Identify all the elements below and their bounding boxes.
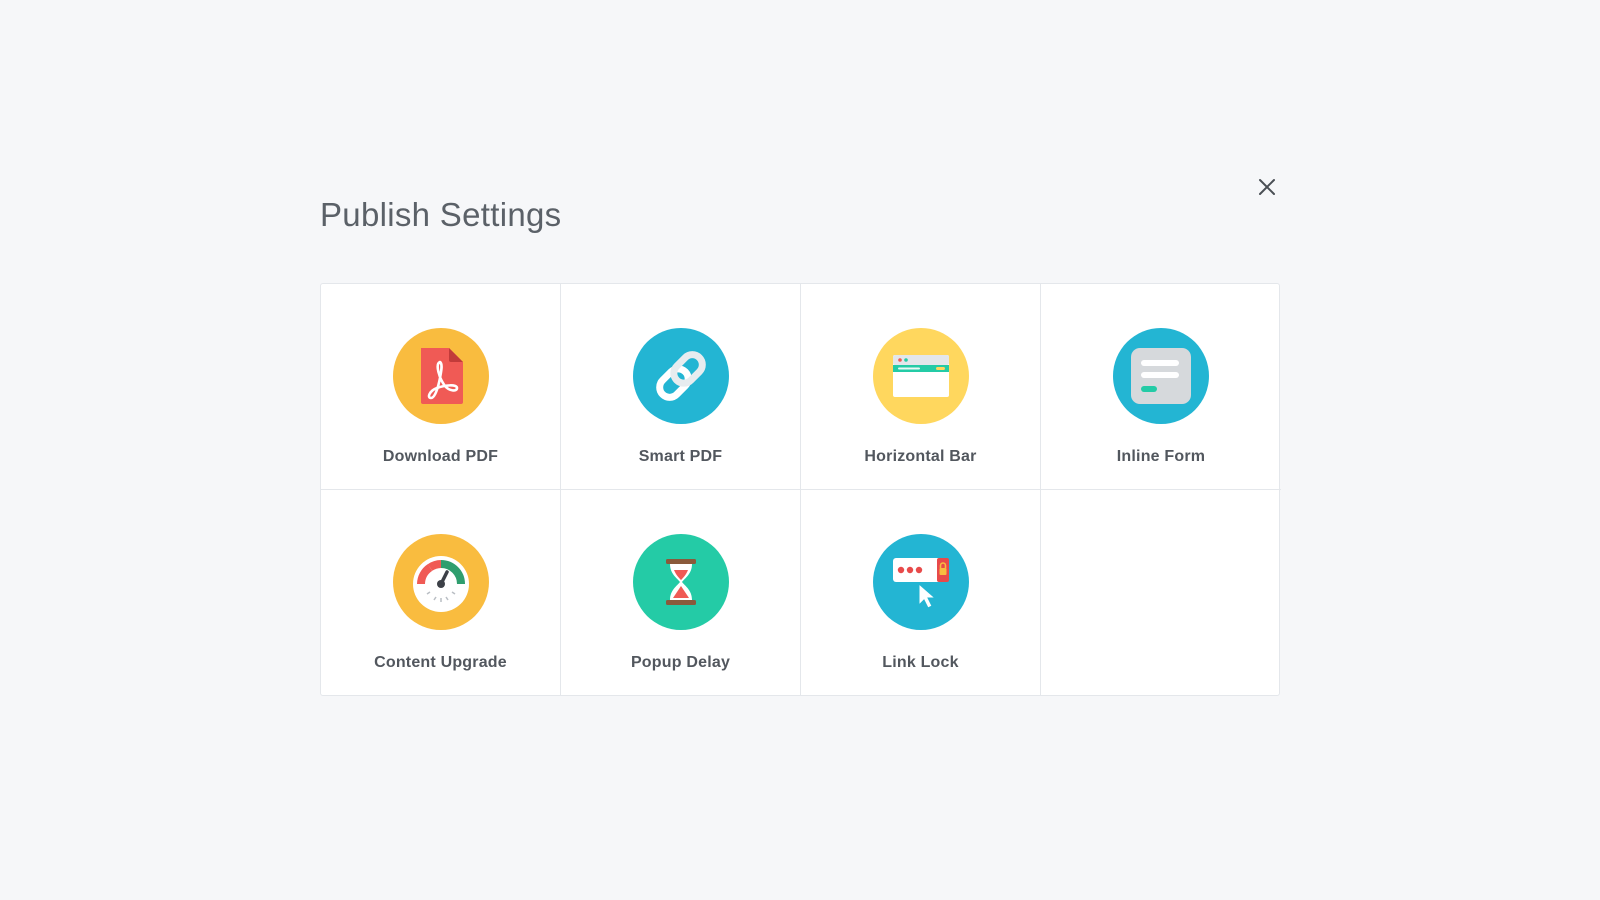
option-content-upgrade[interactable]: Content Upgrade xyxy=(321,490,561,696)
option-label: Smart PDF xyxy=(638,448,723,465)
option-label: Horizontal Bar xyxy=(864,448,977,465)
option-inline-form[interactable]: Inline Form xyxy=(1041,284,1281,490)
password-lock-icon xyxy=(872,534,969,630)
option-label: Popup Delay xyxy=(630,654,731,671)
publish-options-grid: Download PDF Smart PDF Horizontal Bar In… xyxy=(320,283,1281,696)
chain-link-icon xyxy=(632,328,729,424)
option-label: Content Upgrade xyxy=(374,654,507,671)
publish-settings-modal: Publish Settings Download PDF Smart PDF … xyxy=(0,0,1600,900)
pdf-file-icon xyxy=(392,328,489,424)
option-label: Link Lock xyxy=(882,654,959,671)
close-icon xyxy=(1259,179,1275,195)
option-link-lock[interactable]: Link Lock xyxy=(801,490,1041,696)
option-popup-delay[interactable]: Popup Delay xyxy=(561,490,801,696)
option-smart-pdf[interactable]: Smart PDF xyxy=(561,284,801,490)
hourglass-icon xyxy=(632,534,729,630)
close-button[interactable] xyxy=(1252,172,1282,202)
option-download-pdf[interactable]: Download PDF xyxy=(321,284,561,490)
option-label: Download PDF xyxy=(382,448,499,465)
empty-grid-cell xyxy=(1041,490,1281,696)
modal-title: Publish Settings xyxy=(320,196,562,233)
inline-form-icon xyxy=(1113,328,1209,424)
gauge-icon xyxy=(392,534,489,630)
browser-bar-icon xyxy=(872,328,969,424)
option-label: Inline Form xyxy=(1116,448,1206,465)
option-horizontal-bar[interactable]: Horizontal Bar xyxy=(801,284,1041,490)
